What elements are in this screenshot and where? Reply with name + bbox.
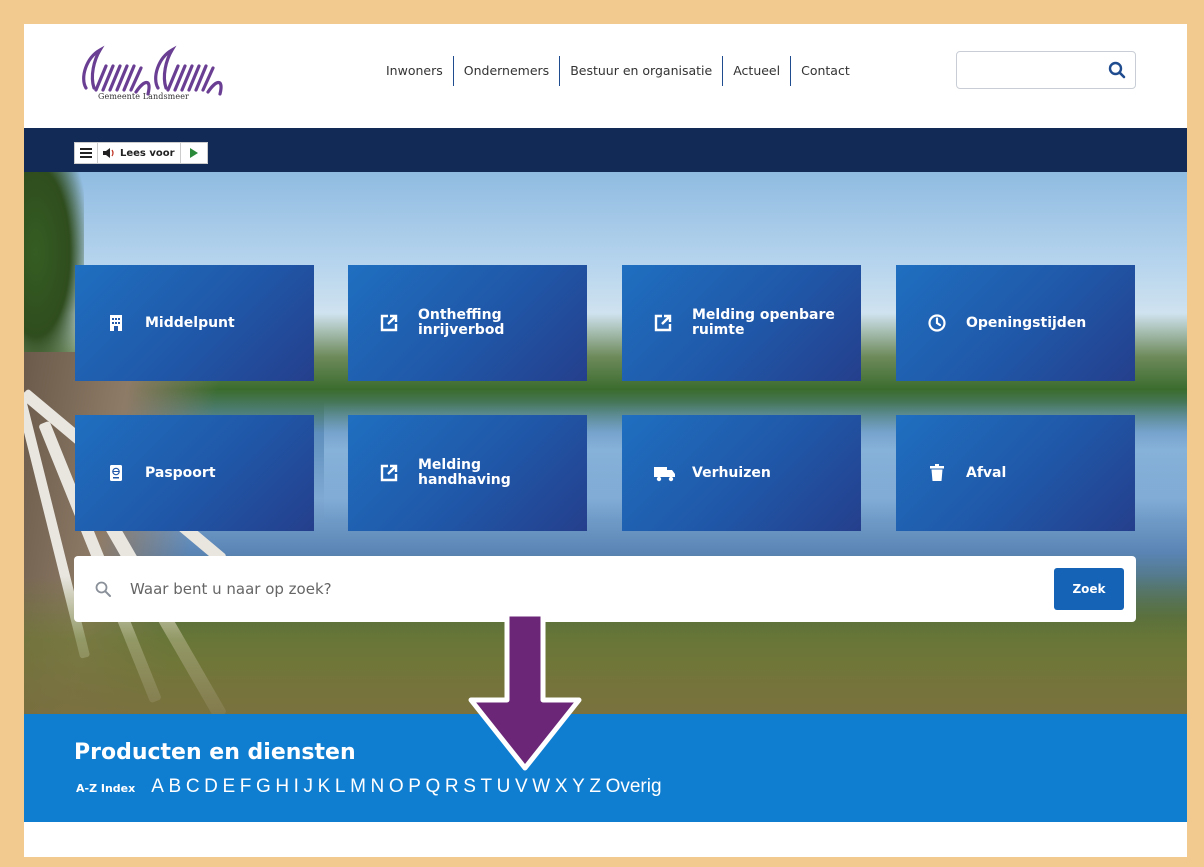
- tile-afval[interactable]: Afval: [896, 415, 1135, 531]
- landsmeer-logo[interactable]: [72, 38, 242, 118]
- az-letter-t[interactable]: T: [480, 776, 492, 798]
- tile-melding-openbare-ruimte[interactable]: Melding openbare ruimte: [622, 265, 861, 381]
- tile-label: Ontheffing inrijverbod: [418, 307, 505, 338]
- clock-icon: [928, 314, 946, 332]
- accessibility-bar: Lees voor: [24, 128, 1187, 172]
- tile-label: Afval: [966, 464, 1007, 481]
- az-letter-s[interactable]: S: [463, 776, 476, 798]
- building-icon: [110, 315, 122, 331]
- az-letter-i[interactable]: I: [294, 776, 299, 798]
- tile-ontheffing-inrijverbod[interactable]: Ontheffing inrijverbod: [348, 265, 587, 381]
- az-letter-e[interactable]: E: [222, 776, 235, 798]
- play-icon: [189, 148, 198, 158]
- tile-label: Melding handhaving: [418, 457, 511, 488]
- header-search-input[interactable]: [956, 51, 1136, 89]
- nav-ondernemers[interactable]: Ondernemers: [452, 56, 559, 86]
- tile-melding-handhaving[interactable]: Melding handhaving: [348, 415, 587, 531]
- az-letter-v[interactable]: V: [515, 776, 528, 798]
- play-button[interactable]: [179, 143, 207, 163]
- az-letter-z[interactable]: Z: [589, 776, 601, 798]
- nav-contact[interactable]: Contact: [790, 56, 860, 86]
- az-letter-d[interactable]: D: [204, 776, 218, 798]
- tile-label: Paspoort: [145, 464, 216, 481]
- nav-bestuur-en-organisatie[interactable]: Bestuur en organisatie: [559, 56, 722, 86]
- search-icon: [95, 581, 111, 597]
- search-button[interactable]: Zoek: [1054, 568, 1124, 610]
- az-letter-j[interactable]: J: [304, 776, 314, 798]
- az-letter-x[interactable]: X: [555, 776, 568, 798]
- az-letter-m[interactable]: M: [350, 776, 366, 798]
- az-letter-r[interactable]: R: [445, 776, 459, 798]
- read-aloud-widget: Lees voor: [74, 142, 208, 164]
- tile-label: Openingstijden: [966, 314, 1087, 331]
- read-aloud-label: Lees voor: [120, 147, 175, 159]
- page-frame: Gemeente Landsmeer Inwoners Ondernemers …: [24, 24, 1187, 857]
- tile-paspoort[interactable]: Paspoort: [75, 415, 314, 531]
- az-letter-f[interactable]: F: [240, 776, 252, 798]
- speaker-icon: [103, 148, 114, 158]
- tile-openingstijden[interactable]: Openingstijden: [896, 265, 1135, 381]
- truck-icon: [654, 467, 675, 482]
- az-letter-overig[interactable]: Overig: [606, 776, 662, 798]
- search-input[interactable]: [130, 574, 990, 604]
- external-link-icon: [380, 464, 398, 482]
- arrow-down-icon: [468, 612, 582, 771]
- menu-button[interactable]: [75, 143, 97, 163]
- logo-text: Gemeente Landsmeer: [98, 92, 189, 101]
- nav-inwoners[interactable]: Inwoners: [376, 56, 453, 86]
- read-aloud-button[interactable]: Lees voor: [97, 143, 180, 163]
- az-letter-p[interactable]: P: [408, 776, 421, 798]
- tile-label: Verhuizen: [692, 464, 771, 481]
- tile-middelpunt[interactable]: Middelpunt: [75, 265, 314, 381]
- az-letter-l[interactable]: L: [335, 776, 346, 798]
- tile-label: Middelpunt: [145, 314, 235, 331]
- az-letter-w[interactable]: W: [532, 776, 550, 798]
- az-letter-a[interactable]: A: [151, 776, 164, 798]
- trash-icon: [930, 464, 944, 481]
- az-letter-o[interactable]: O: [389, 776, 404, 798]
- tile-label: Melding openbare ruimte: [692, 307, 835, 338]
- search-icon[interactable]: [1107, 60, 1127, 80]
- az-index-label: A-Z Index: [76, 782, 136, 795]
- az-letter-g[interactable]: G: [256, 776, 271, 798]
- az-letter-b[interactable]: B: [169, 776, 182, 798]
- az-index: A-Z Index A B C D E F G H I J K L M N O P Q R S T U V W X Y Z Over…: [76, 776, 666, 798]
- az-letter-n[interactable]: N: [371, 776, 385, 798]
- main-nav: Inwoners Ondernemers Bestuur en organisa…: [376, 56, 860, 86]
- products-section: Producten en diensten A-Z Index ABCDEFGH…: [24, 714, 1187, 822]
- site-header: Gemeente Landsmeer Inwoners Ondernemers …: [24, 24, 1187, 128]
- az-letter-u[interactable]: U: [497, 776, 511, 798]
- products-title: Producten en diensten: [74, 740, 356, 765]
- passport-icon: [110, 465, 122, 481]
- az-letter-h[interactable]: H: [275, 776, 289, 798]
- tile-verhuizen[interactable]: Verhuizen: [622, 415, 861, 531]
- nav-actueel[interactable]: Actueel: [722, 56, 790, 86]
- az-letter-k[interactable]: K: [318, 776, 331, 798]
- menu-icon: [80, 148, 92, 158]
- az-letter-c[interactable]: C: [186, 776, 200, 798]
- external-link-icon: [654, 314, 672, 332]
- external-link-icon: [380, 314, 398, 332]
- az-letter-y[interactable]: Y: [572, 776, 585, 798]
- az-letter-q[interactable]: Q: [425, 776, 440, 798]
- search-bar: Zoek: [74, 556, 1136, 622]
